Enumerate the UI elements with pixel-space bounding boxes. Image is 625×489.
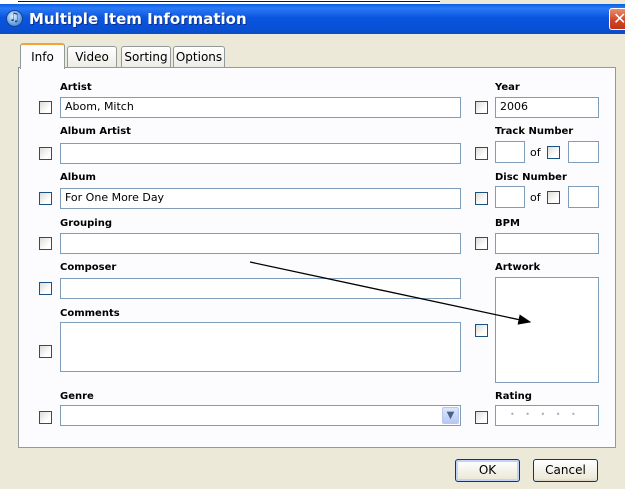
grouping-checkbox[interactable] (39, 237, 52, 250)
disc-total-checkbox[interactable] (547, 191, 560, 204)
track-number-checkbox[interactable] (475, 147, 488, 160)
disc-number-checkbox[interactable] (475, 192, 488, 205)
bpm-checkbox[interactable] (475, 237, 488, 250)
year-checkbox[interactable] (475, 101, 488, 114)
year-label: Year (495, 82, 520, 93)
artist-label: Artist (60, 82, 92, 93)
disc-of-label: of (530, 191, 541, 204)
grouping-label: Grouping (60, 218, 112, 229)
tab-sorting[interactable]: Sorting (121, 46, 171, 68)
track-of-label: of (530, 146, 541, 159)
album-artist-label: Album Artist (60, 126, 131, 137)
grouping-field[interactable] (60, 233, 461, 254)
bpm-label: BPM (495, 218, 520, 229)
itunes-icon (6, 10, 23, 27)
ok-button[interactable]: OK (455, 459, 520, 482)
comments-field[interactable] (60, 322, 461, 372)
album-field[interactable]: For One More Day (60, 188, 461, 209)
close-button[interactable]: ✕ (609, 8, 625, 30)
artwork-checkbox[interactable] (475, 324, 488, 337)
chevron-down-icon[interactable]: ▼ (442, 407, 459, 424)
album-artist-field[interactable] (60, 143, 461, 164)
window-title: Multiple Item Information (29, 10, 247, 28)
album-label: Album (60, 172, 96, 183)
tab-options[interactable]: Options (173, 46, 225, 68)
bpm-field[interactable] (495, 233, 599, 254)
artist-checkbox[interactable] (39, 101, 52, 114)
genre-select[interactable]: ▼ (60, 405, 461, 426)
composer-checkbox[interactable] (39, 282, 52, 295)
rating-label: Rating (495, 391, 532, 402)
artwork-label: Artwork (495, 262, 541, 273)
disc-total-field[interactable] (568, 186, 599, 208)
track-number-label: Track Number (495, 126, 574, 137)
title-bar: Multiple Item Information ✕ (0, 4, 625, 34)
genre-checkbox[interactable] (39, 411, 52, 424)
rating-dots: • • • • • (510, 410, 580, 419)
tab-video[interactable]: Video (67, 46, 117, 68)
artist-field[interactable]: Abom, Mitch (60, 97, 461, 118)
track-number-field[interactable] (495, 141, 525, 163)
genre-label: Genre (60, 391, 94, 402)
composer-field[interactable] (60, 278, 461, 299)
comments-checkbox[interactable] (39, 345, 52, 358)
cancel-button[interactable]: Cancel (533, 459, 598, 482)
track-total-checkbox[interactable] (547, 146, 560, 159)
tab-info[interactable]: Info (20, 43, 65, 69)
rating-checkbox[interactable] (475, 411, 488, 424)
artwork-well[interactable] (495, 277, 599, 383)
rating-field[interactable]: • • • • • (495, 405, 599, 426)
disc-number-label: Disc Number (495, 172, 567, 183)
composer-label: Composer (60, 262, 117, 273)
track-total-field[interactable] (568, 141, 599, 163)
album-checkbox[interactable] (39, 192, 52, 205)
comments-label: Comments (60, 308, 120, 319)
year-field[interactable]: 2006 (495, 97, 599, 118)
disc-number-field[interactable] (495, 186, 525, 208)
album-artist-checkbox[interactable] (39, 147, 52, 160)
